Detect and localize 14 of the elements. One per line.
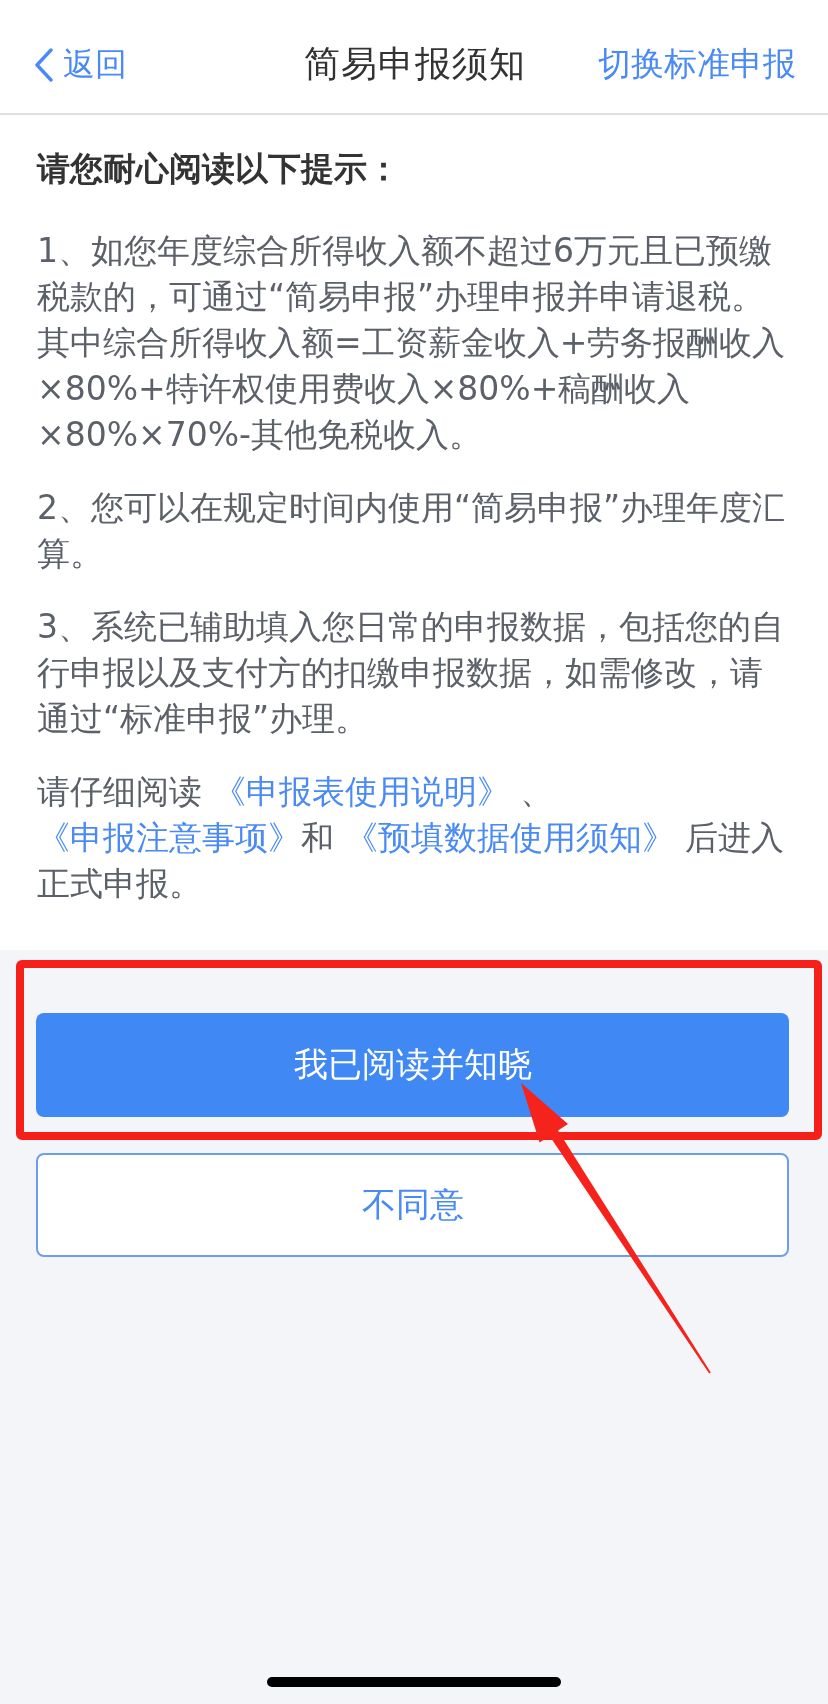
page-title: 简易申报须知 — [304, 42, 526, 86]
document-link[interactable]: 《申报表使用说明》 — [212, 772, 510, 811]
document-link[interactable]: 《预填数据使用须知》 — [344, 818, 675, 857]
switch-mode-link[interactable]: 切换标准申报 — [598, 42, 796, 87]
notice-paragraph: 3、系统已辅助填入您日常的申报数据，包括您的自行申报以及支付方的扣缴申报数据，如需修改，请通过“标准申报”办理。 — [37, 606, 785, 740]
notice-paragraph: 2、您可以在规定时间内使用“简易申报”办理年度汇算。 — [37, 487, 787, 575]
back-button[interactable]: 返回 — [34, 42, 127, 87]
notice-paragraph: 1、如您年度综合所得收入额不超过6万元且已预缴税款的，可通过“简易申报”办理申报并申请退税。其中综合所得收入额=工资薪金收入+劳务报酬收入×80%+特许权使用费收入×80%+稿酬收入×80%×70%-其他免税收入。 — [37, 230, 787, 456]
notice-heading: 请您耐心阅读以下提示： — [37, 148, 401, 190]
acknowledge-button[interactable]: 我已阅读并知晓 — [36, 1013, 789, 1117]
chevron-left-icon — [34, 47, 53, 82]
document-link[interactable]: 《申报注意事项》 — [37, 818, 301, 857]
reading-instruction: 请仔细阅读 《申报表使用说明》 、 《申报注意事项》和 《预填数据使用须知》 后进入正式申报。 — [37, 771, 785, 905]
decline-button[interactable]: 不同意 — [36, 1153, 789, 1257]
